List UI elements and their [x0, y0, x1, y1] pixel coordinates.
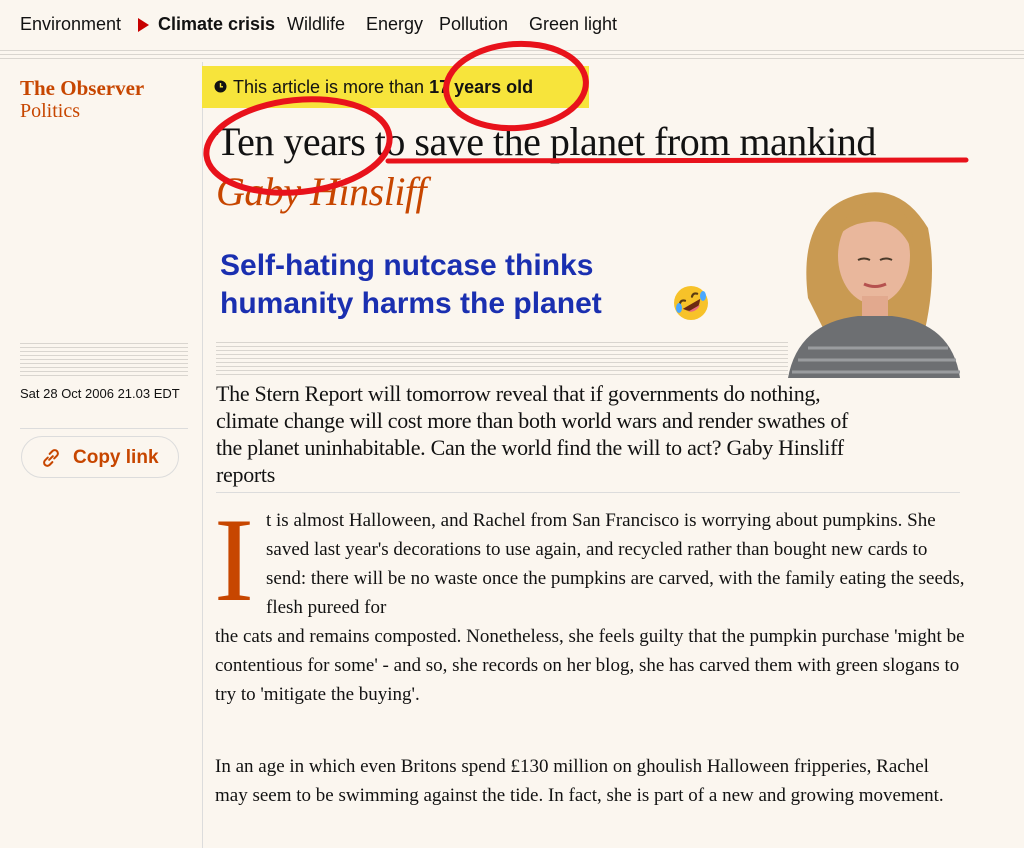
annotation-underline — [385, 157, 969, 164]
annotation-circle-age — [443, 40, 589, 132]
red-annotation-overlay — [203, 40, 969, 196]
annotation-circle-ten-years — [203, 96, 393, 196]
